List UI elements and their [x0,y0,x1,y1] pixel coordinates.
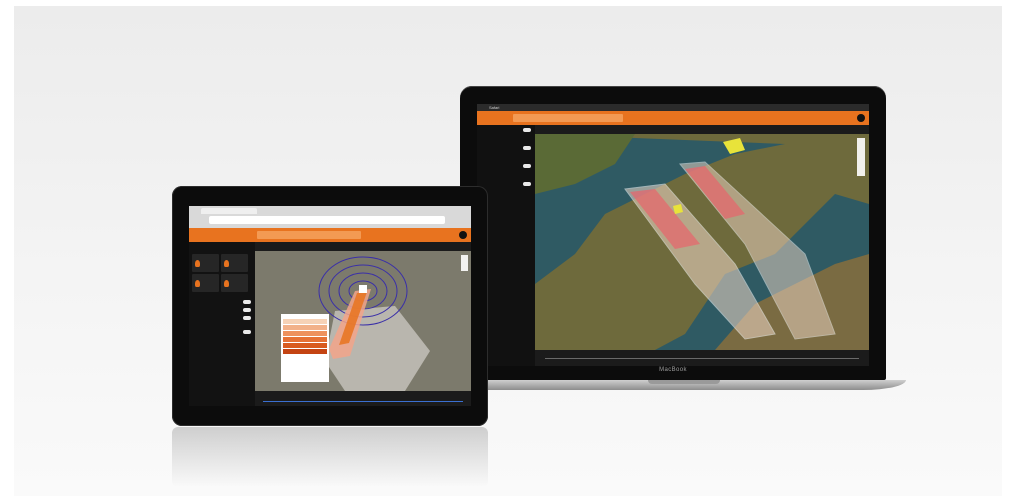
map-legend [281,314,329,382]
laptop-brand-label: MacBook [659,367,687,373]
timeline-track[interactable] [263,401,463,402]
tablet-sidebar [189,242,255,406]
laptop-app-header [477,111,869,125]
scenario-card[interactable] [192,254,219,272]
sidebar-options [189,298,255,336]
toggle-switch[interactable] [523,128,531,132]
zoom-control [461,255,468,271]
sidebar-row[interactable] [477,179,535,188]
scenario-card[interactable] [221,274,249,292]
tablet-timeline[interactable] [255,391,471,406]
flame-icon [195,260,200,267]
toggle-switch[interactable] [523,182,531,186]
scenario-card[interactable] [192,274,219,292]
tablet-display [189,206,471,406]
scenario-grid [192,254,252,294]
avatar[interactable] [857,114,865,122]
sidebar-row[interactable] [477,170,535,179]
header-actions [845,115,853,120]
toggle-switch[interactable] [243,300,251,304]
sidebar-row[interactable] [189,298,255,306]
avatar[interactable] [459,231,467,239]
tablet-app-header [189,228,471,242]
laptop-screen-bezel: Safari [460,86,886,380]
laptop-search-input[interactable] [513,114,623,122]
flame-icon [195,280,200,287]
laptop-timeline[interactable] [535,350,869,366]
tablet-search-input[interactable] [257,231,361,239]
blast-marker [359,285,367,293]
legend-swatch [283,349,327,354]
laptop-map-header [535,125,869,134]
laptop-display: Safari [477,104,869,366]
mac-menubar: Safari [477,104,869,111]
address-bar[interactable] [209,216,445,224]
toggle-switch[interactable] [243,330,251,334]
legend-title [281,314,329,318]
legend-swatch [283,325,327,330]
tablet-map-header [255,242,471,251]
scenario-card[interactable] [221,254,249,272]
flame-icon [224,260,230,267]
sidebar-row[interactable] [477,143,535,152]
browser-tab[interactable] [201,208,257,214]
toggle-switch[interactable] [523,146,531,150]
zoom-control [857,138,865,176]
sidebar-row[interactable] [477,125,535,134]
timeline-track[interactable] [545,358,859,359]
tablet-reflection [172,427,488,487]
legend-swatch [283,343,327,348]
tablet-bezel [172,186,488,426]
toggle-switch[interactable] [523,164,531,168]
toggle-switch[interactable] [243,308,251,312]
product-showcase: Safari MacBook [14,6,1002,496]
legend-swatch [283,319,327,324]
menubar-app-name[interactable]: Safari [489,105,499,110]
browser-chrome [189,206,471,228]
sidebar-row[interactable] [189,328,255,336]
sidebar-row[interactable] [477,134,535,143]
sidebar-row[interactable] [189,306,255,314]
legend-swatch [283,337,327,342]
toggle-switch[interactable] [243,316,251,320]
legend-swatch [283,331,327,336]
flame-icon [224,280,230,287]
sidebar-row[interactable] [189,314,255,322]
sidebar-row[interactable] [477,161,535,170]
laptop-notch [648,380,720,384]
sidebar-section-header [189,242,255,251]
sidebar-section-header [477,152,535,161]
laptop-map[interactable] [535,134,869,350]
